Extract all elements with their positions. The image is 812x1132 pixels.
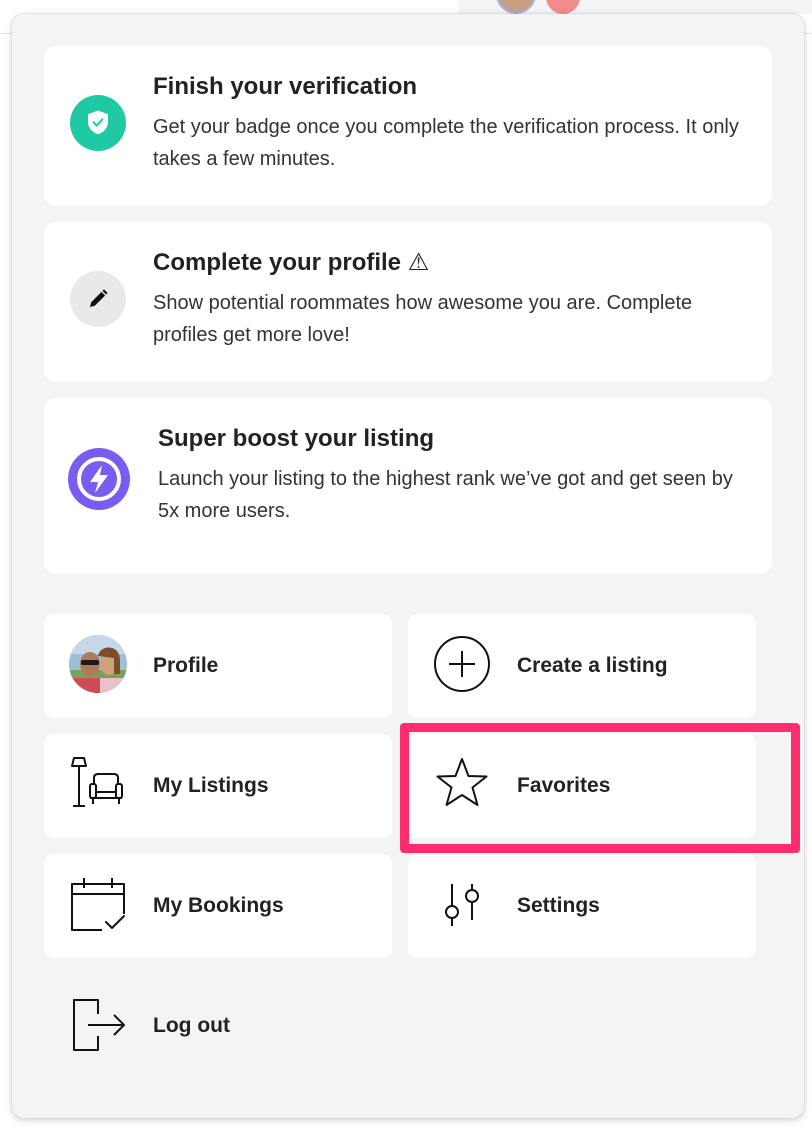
- sliders-icon: [432, 874, 492, 934]
- favorites-menu-item[interactable]: Favorites: [408, 734, 756, 838]
- complete-profile-description: Show potential roommates how awesome you…: [153, 292, 693, 346]
- settings-menu-item[interactable]: Settings: [408, 854, 756, 958]
- log-out-label: Log out: [153, 1014, 230, 1037]
- account-dropdown-menu: Finish your verification Get your badge …: [12, 14, 804, 1118]
- log-out-menu-item[interactable]: Log out: [44, 974, 392, 1078]
- my-listings-label: My Listings: [153, 774, 269, 797]
- plus-circle-icon: [432, 634, 492, 694]
- super-boost-title: Super boost your listing: [158, 425, 435, 452]
- super-boost-description: Launch your listing to the highest rank …: [158, 468, 733, 522]
- lightning-bolt-icon: [68, 448, 130, 510]
- my-bookings-label: My Bookings: [153, 894, 284, 917]
- profile-avatar: [68, 634, 128, 694]
- log-out-icon: [68, 994, 128, 1054]
- verification-title: Finish your verification: [153, 73, 418, 100]
- settings-label: Settings: [517, 894, 600, 917]
- star-icon: [432, 754, 492, 814]
- lamp-armchair-icon: [68, 754, 128, 814]
- create-listing-label: Create a listing: [517, 654, 668, 677]
- calendar-check-icon: [68, 874, 128, 934]
- profile-label: Profile: [153, 654, 219, 677]
- super-boost-card[interactable]: Super boost your listing Launch your lis…: [44, 398, 772, 574]
- verification-card[interactable]: Finish your verification Get your badge …: [44, 46, 772, 206]
- create-listing-menu-item[interactable]: Create a listing: [408, 614, 756, 718]
- my-bookings-menu-item[interactable]: My Bookings: [44, 854, 392, 958]
- complete-profile-card[interactable]: Complete your profile ⚠ Show potential r…: [44, 222, 772, 382]
- shield-check-icon: [70, 95, 126, 151]
- favorites-label: Favorites: [517, 774, 611, 797]
- complete-profile-title: Complete your profile ⚠: [153, 249, 430, 276]
- verification-description: Get your badge once you complete the ver…: [153, 116, 739, 170]
- profile-menu-item[interactable]: Profile: [44, 614, 392, 718]
- pencil-icon: [70, 271, 126, 327]
- my-listings-menu-item[interactable]: My Listings: [44, 734, 392, 838]
